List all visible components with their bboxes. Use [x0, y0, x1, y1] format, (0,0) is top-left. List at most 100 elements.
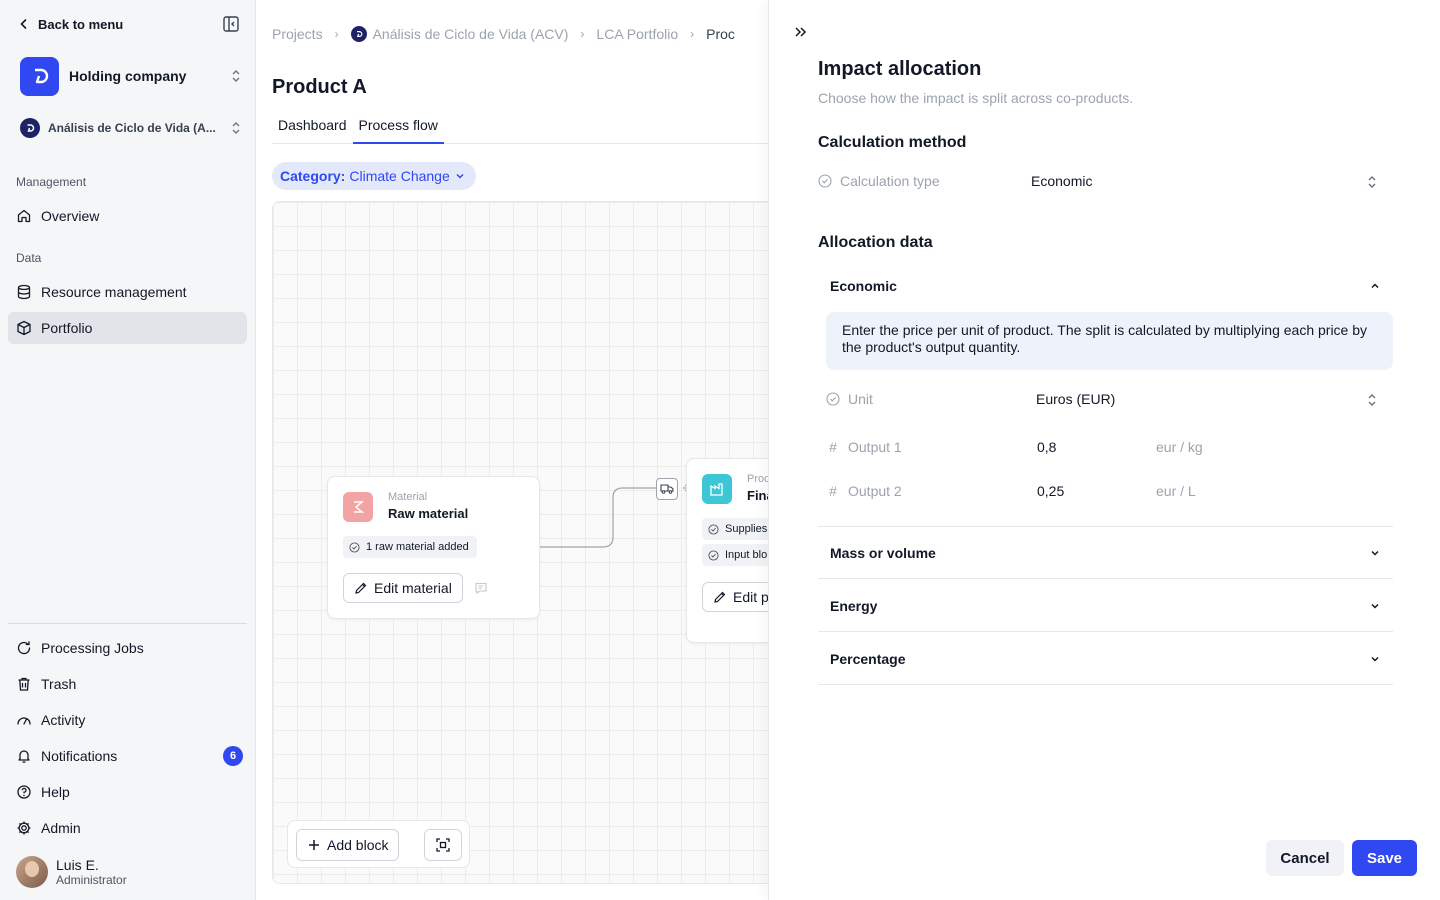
sidebar-item-processing-jobs[interactable]: Processing Jobs: [8, 632, 247, 664]
cancel-button[interactable]: Cancel: [1266, 840, 1344, 876]
hash-icon: #: [829, 439, 837, 455]
user-role: Administrator: [56, 873, 127, 887]
chevron-updown-icon[interactable]: [1366, 174, 1378, 190]
hash-icon: #: [829, 483, 837, 499]
back-to-menu-link[interactable]: Back to menu: [18, 14, 123, 34]
plus-icon: [309, 840, 319, 850]
check-circle-icon: [708, 523, 719, 535]
percentage-accordion-header[interactable]: Percentage: [818, 633, 1393, 685]
process-flow-canvas[interactable]: Material Raw material 1 raw material add…: [272, 201, 782, 884]
unit-label: Unit: [826, 391, 873, 407]
chevron-updown-icon[interactable]: [1366, 392, 1378, 408]
breadcrumb-project-label: Análisis de Ciclo de Vida (ACV): [372, 26, 569, 42]
pencil-icon: [714, 591, 726, 603]
comment-icon[interactable]: [474, 581, 488, 595]
chevron-right-icon: ›: [690, 27, 695, 41]
check-circle-icon: [349, 541, 360, 553]
calculation-method-heading: Calculation method: [818, 134, 967, 151]
sidebar-item-label: Resource management: [41, 284, 187, 300]
tab-dashboard[interactable]: Dashboard: [272, 113, 353, 144]
sidebar-item-resource-management[interactable]: Resource management: [8, 276, 247, 308]
add-block-button[interactable]: Add block: [296, 829, 400, 861]
accordion-title: Energy: [830, 597, 878, 614]
accordion-title: Percentage: [830, 650, 906, 667]
sidebar-collapse-icon[interactable]: [222, 15, 240, 33]
back-to-menu-label: Back to menu: [38, 16, 124, 32]
calculation-type-label: Calculation type: [818, 173, 940, 189]
management-section-label: Management: [16, 175, 87, 189]
chevron-updown-icon: [232, 70, 240, 82]
sidebar-item-activity[interactable]: Activity: [8, 704, 247, 736]
project-logo-icon: [20, 118, 40, 138]
breadcrumb-portfolio[interactable]: LCA Portfolio: [596, 26, 678, 42]
truck-icon[interactable]: [656, 478, 678, 500]
save-button[interactable]: Save: [1352, 840, 1417, 876]
category-value: Climate Change: [349, 168, 450, 184]
double-chevron-right-icon[interactable]: [793, 24, 809, 40]
edit-material-label: Edit material: [374, 580, 452, 596]
drawer-subtitle: Choose how the impact is split across co…: [818, 90, 1134, 106]
factory-icon: [702, 474, 732, 504]
calculation-type-select[interactable]: Economic: [1031, 173, 1092, 189]
avatar: [16, 856, 48, 888]
fit-view-button[interactable]: [424, 829, 462, 861]
economic-accordion-header[interactable]: Economic: [818, 260, 1393, 312]
edit-process-label: Edit p: [733, 589, 769, 605]
output-1-label: # Output 1: [826, 439, 902, 455]
gear-icon: [17, 821, 31, 835]
energy-accordion-header[interactable]: Energy: [818, 580, 1393, 632]
user-name: Luis E.: [56, 857, 99, 873]
box-icon: [17, 320, 31, 336]
chevron-down-icon: [1371, 603, 1379, 609]
category-filter[interactable]: Category: Climate Change: [272, 162, 476, 190]
company-switcher[interactable]: Holding company: [20, 56, 242, 96]
mass-or-volume-accordion-header[interactable]: Mass or volume: [818, 527, 1393, 579]
output-1-price-input[interactable]: 0,8: [1037, 439, 1056, 455]
sidebar-item-help[interactable]: Help: [8, 776, 247, 808]
add-block-label: Add block: [327, 837, 389, 853]
breadcrumb-projects[interactable]: Projects: [272, 26, 323, 42]
sidebar-item-notifications[interactable]: Notifications 6: [8, 740, 247, 772]
refresh-icon: [17, 641, 31, 655]
sidebar-item-label: Activity: [41, 712, 86, 728]
project-switcher[interactable]: Análisis de Ciclo de Vida (A...: [20, 118, 242, 138]
sidebar-item-overview[interactable]: Overview: [8, 200, 247, 232]
gauge-icon: [17, 717, 31, 725]
sidebar-item-label: Processing Jobs: [41, 640, 144, 656]
output-1-unit: eur / kg: [1156, 439, 1203, 455]
block-title: Raw material: [388, 506, 469, 521]
chevron-down-icon: [1371, 550, 1379, 556]
pencil-icon: [355, 582, 367, 594]
fit-view-icon: [436, 838, 450, 852]
sidebar: Back to menu Holding company Análisis de…: [0, 0, 256, 900]
block-type-label: Material: [388, 491, 428, 503]
output-2-unit: eur / L: [1156, 483, 1196, 499]
chip-label: Supplies: [725, 523, 768, 535]
breadcrumb-project[interactable]: Análisis de Ciclo de Vida (ACV): [350, 26, 569, 42]
material-status-chip: 1 raw material added: [343, 536, 477, 558]
sidebar-item-portfolio[interactable]: Portfolio: [8, 312, 247, 344]
impact-allocation-drawer: Impact allocation Choose how the impact …: [768, 0, 1440, 900]
breadcrumb-current: Proc: [706, 26, 735, 42]
tab-process-flow[interactable]: Process flow: [352, 113, 444, 144]
sidebar-item-label: Help: [41, 784, 70, 800]
category-label: Category:: [280, 168, 346, 184]
material-block[interactable]: Material Raw material 1 raw material add…: [327, 476, 540, 619]
sidebar-item-admin[interactable]: Admin: [8, 812, 247, 844]
unit-select[interactable]: Euros (EUR): [1036, 391, 1115, 407]
data-section-label: Data: [16, 251, 42, 265]
sidebar-item-label: Admin: [41, 820, 81, 836]
allocation-data-heading: Allocation data: [818, 234, 933, 251]
check-circle-icon: [708, 549, 719, 561]
edit-material-button[interactable]: Edit material: [343, 573, 463, 603]
sidebar-divider: [8, 623, 247, 624]
block-type-label: Proc: [747, 473, 770, 485]
output-label-text: Output 1: [848, 439, 902, 455]
page-title: Product A: [272, 76, 367, 98]
canvas-toolbar: Add block: [287, 820, 470, 868]
sidebar-item-trash[interactable]: Trash: [8, 668, 247, 700]
output-2-price-input[interactable]: 0,25: [1037, 483, 1064, 499]
check-circle-icon: [826, 392, 840, 406]
user-profile[interactable]: Luis E. Administrator: [16, 856, 127, 888]
sidebar-item-label: Overview: [41, 208, 100, 224]
